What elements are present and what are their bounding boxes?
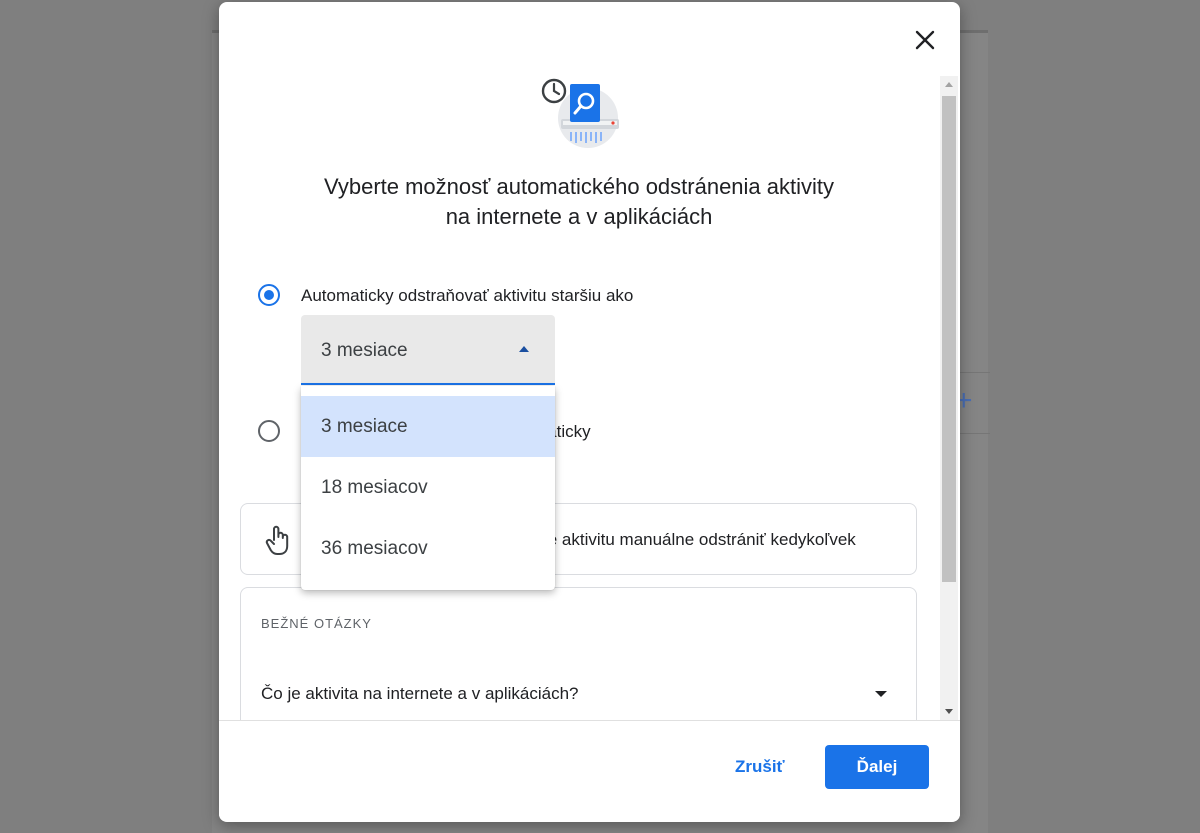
scroll-down-arrow[interactable] xyxy=(945,709,953,714)
radio-auto-delete-label[interactable]: Automaticky odstraňovať aktivitu staršiu… xyxy=(301,285,633,307)
scrollbar[interactable] xyxy=(940,76,958,720)
background-divider xyxy=(960,372,990,373)
chevron-down-icon[interactable] xyxy=(875,691,887,697)
close-button[interactable] xyxy=(909,24,941,56)
auto-delete-illustration-icon xyxy=(541,78,619,148)
dialog-heading: Vyberte možnosť automatického odstráneni… xyxy=(239,172,919,232)
cancel-button[interactable]: Zrušiť xyxy=(735,757,785,777)
scrollbar-thumb[interactable] xyxy=(942,96,956,582)
background-divider xyxy=(960,433,990,434)
scroll-up-arrow[interactable] xyxy=(945,82,953,87)
dialog-footer: Zrušiť Ďalej xyxy=(219,720,960,821)
dropdown-option-18-months[interactable]: 18 mesiacov xyxy=(301,457,555,518)
auto-delete-dialog: Vyberte možnosť automatického odstráneni… xyxy=(219,2,960,822)
chevron-up-icon xyxy=(519,346,529,352)
radio-auto-delete[interactable] xyxy=(258,284,280,306)
radio-manual-delete[interactable] xyxy=(258,420,280,442)
dropdown-option-3-months[interactable]: 3 mesiace xyxy=(301,396,555,457)
age-select[interactable]: 3 mesiace xyxy=(301,315,555,385)
hand-pointer-icon xyxy=(265,525,289,555)
faq-title: BEŽNÉ OTÁZKY xyxy=(261,616,372,631)
dropdown-option-36-months[interactable]: 36 mesiacov xyxy=(301,518,555,579)
dialog-heading-line-1: Vyberte možnosť automatického odstráneni… xyxy=(323,174,835,199)
age-dropdown-menu: 3 mesiace 18 mesiacov 36 mesiacov xyxy=(301,386,555,590)
next-button[interactable]: Ďalej xyxy=(825,745,929,789)
age-select-value: 3 mesiace xyxy=(321,340,408,361)
dialog-heading-line-2: na internete a v aplikáciách xyxy=(445,204,713,229)
manual-delete-info-text-visible: te aktivitu manuálne odstrániť kedykoľve… xyxy=(543,530,856,549)
faq-question[interactable]: Čo je aktivita na internete a v aplikáci… xyxy=(261,684,579,704)
close-icon xyxy=(915,30,935,50)
